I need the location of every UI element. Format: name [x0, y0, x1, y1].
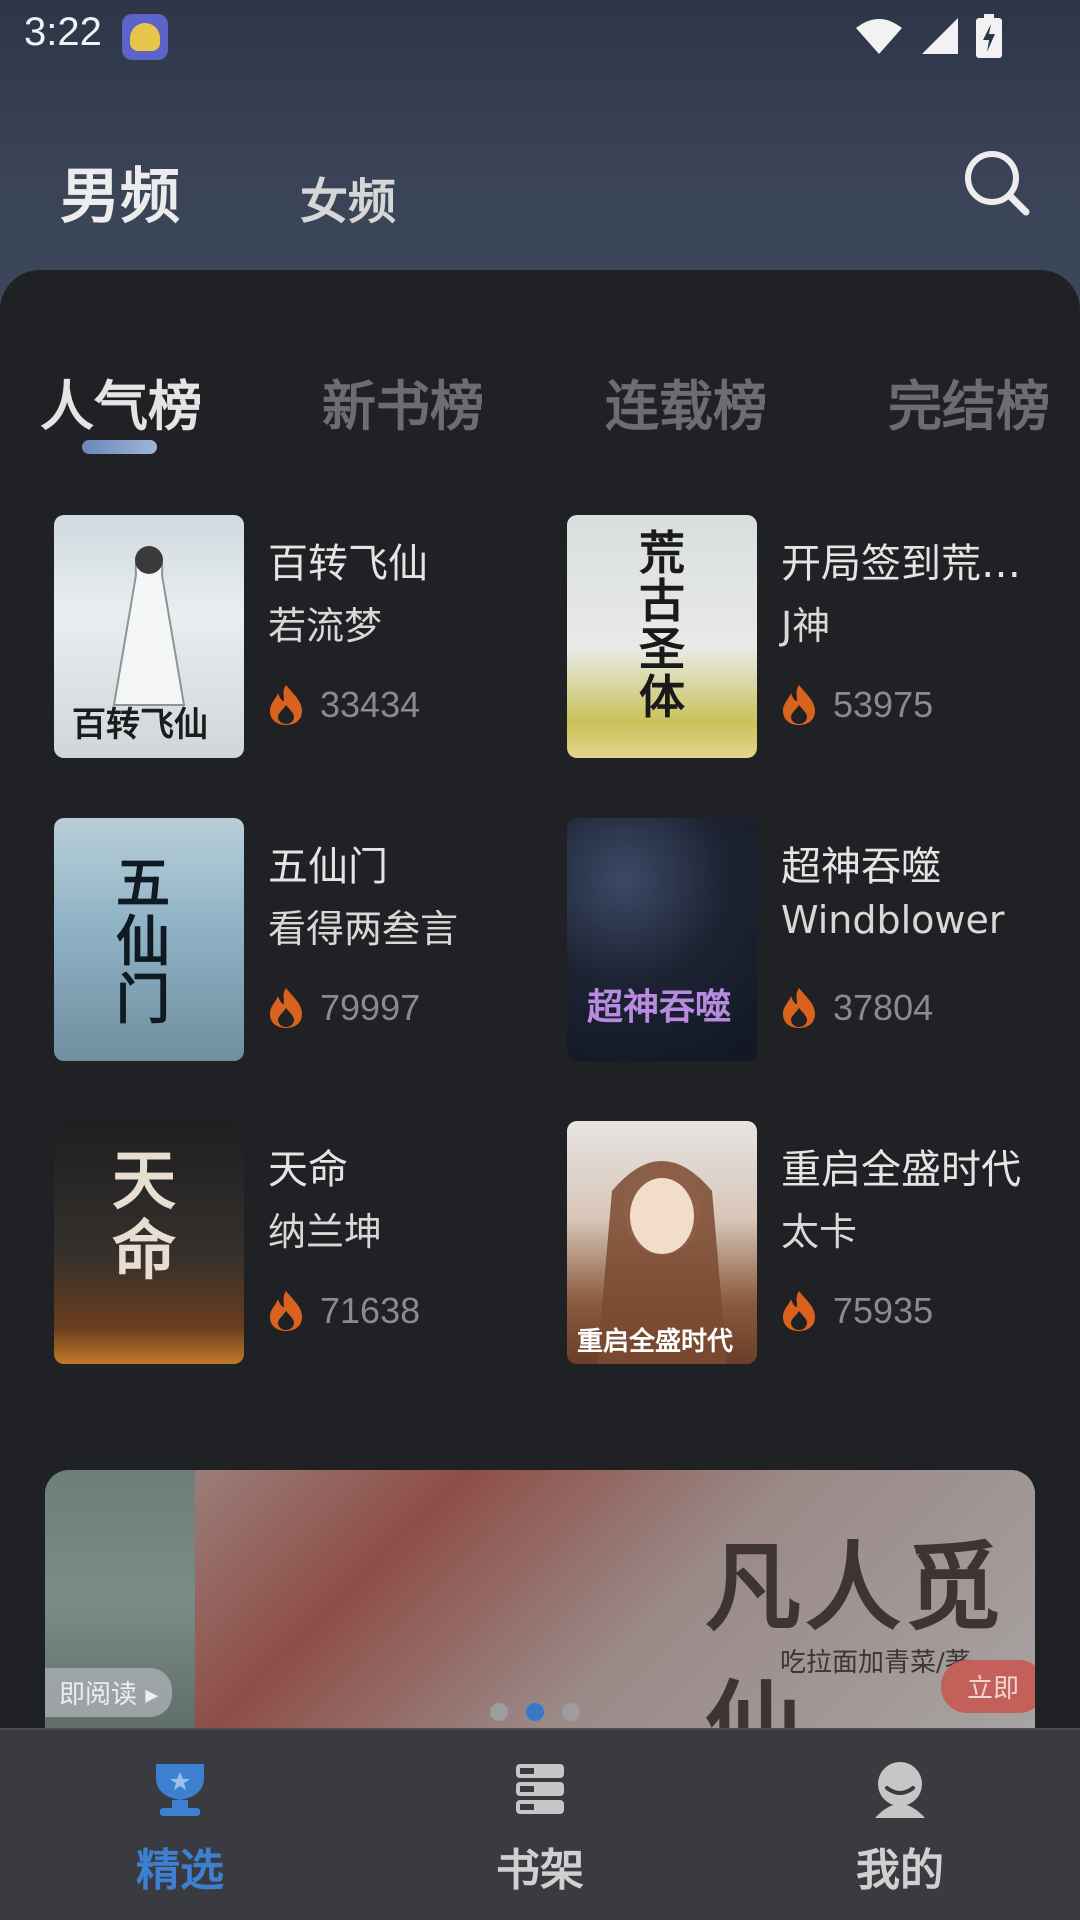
bookshelf-icon [516, 1764, 564, 1814]
book-cover: 五仙门 [54, 818, 244, 1061]
book-card[interactable]: 五仙门 五仙门 看得两叁言 79997 [54, 818, 534, 1063]
book-title: 五仙门 [268, 844, 388, 890]
app-notification-icon [122, 14, 168, 60]
tab-new-books[interactable]: 新书榜 [322, 362, 484, 441]
system-icons [854, 14, 1002, 58]
carousel-dot[interactable] [562, 1703, 580, 1721]
book-cover: 荒古圣体 [567, 515, 757, 758]
book-card[interactable]: 天命 天命 纳兰坤 71638 [54, 1121, 534, 1366]
heat-score: 79997 [268, 986, 420, 1030]
wifi-icon [856, 19, 902, 54]
carousel-dots [490, 1703, 580, 1721]
banner-read-button[interactable]: 即阅读 ▸ [45, 1668, 173, 1717]
status-bar: 3:22 [0, 0, 1080, 72]
book-card[interactable]: 超神吞噬 超神吞噬 Windblower 37804 [567, 818, 1047, 1063]
book-title: 百转飞仙 [268, 541, 428, 587]
book-title: 开局签到荒… [781, 541, 1021, 587]
battery-icon [976, 14, 1002, 58]
book-author: 看得两叁言 [268, 907, 459, 951]
book-card[interactable]: 荒古圣体 开局签到荒… J神 53975 [567, 515, 1047, 760]
tab-serialized[interactable]: 连载榜 [605, 362, 767, 441]
book-card[interactable]: 重启全盛时代 重启全盛时代 太卡 75935 [567, 1121, 1047, 1366]
book-cover: 超神吞噬 [567, 818, 757, 1061]
book-title: 超神吞噬 [781, 844, 941, 890]
nav-profile[interactable]: 我的 [800, 1760, 1000, 1898]
heat-score: 33434 [268, 683, 420, 727]
tab-indicator [82, 440, 157, 454]
bottom-nav: 精选 书架 我的 [0, 1728, 1080, 1920]
book-cover: 重启全盛时代 [567, 1121, 757, 1364]
heat-score: 75935 [781, 1289, 933, 1333]
tab-completed[interactable]: 完结榜 [888, 362, 1050, 441]
book-title: 重启全盛时代 [781, 1147, 1021, 1193]
fire-icon [783, 1291, 815, 1331]
book-card[interactable]: 百转飞仙 百转飞仙 若流梦 33434 [54, 515, 534, 760]
banner-cta-button[interactable]: 立即 [940, 1660, 1035, 1713]
tab-popularity[interactable]: 人气榜 [40, 362, 202, 441]
nav-featured[interactable]: 精选 [80, 1760, 280, 1898]
carousel-dot-active[interactable] [526, 1703, 544, 1721]
promo-banner[interactable]: 即阅读 ▸ 凡人觅仙 吃拉面加青菜/著 立即 [45, 1470, 1035, 1730]
book-author: 太卡 [781, 1210, 858, 1254]
trophy-icon [156, 1764, 204, 1816]
channel-tab-female[interactable]: 女频 [300, 162, 396, 232]
status-time: 3:22 [24, 10, 102, 54]
book-cover: 天命 [54, 1121, 244, 1364]
heat-score: 37804 [781, 986, 933, 1030]
heat-score: 71638 [268, 1289, 420, 1333]
fire-icon [270, 685, 302, 725]
book-author: Windblower [781, 898, 1005, 942]
search-icon[interactable] [962, 148, 1032, 218]
fire-icon [783, 685, 815, 725]
banner-subtitle: 吃拉面加青菜/著 [780, 1648, 971, 1678]
channel-tab-male[interactable]: 男频 [60, 148, 180, 235]
book-author: J神 [781, 604, 831, 648]
heat-score: 53975 [781, 683, 933, 727]
rank-tabs: 人气榜 新书榜 连载榜 完结榜 [0, 362, 1080, 452]
signal-icon [922, 18, 958, 54]
carousel-dot[interactable] [490, 1703, 508, 1721]
fire-icon [270, 1291, 302, 1331]
book-author: 若流梦 [268, 604, 383, 648]
profile-icon [875, 1762, 925, 1818]
fire-icon [270, 988, 302, 1028]
fire-icon [783, 988, 815, 1028]
nav-bookshelf[interactable]: 书架 [440, 1760, 640, 1898]
book-cover: 百转飞仙 [54, 515, 244, 758]
book-author: 纳兰坤 [268, 1210, 383, 1254]
book-title: 天命 [268, 1147, 348, 1193]
